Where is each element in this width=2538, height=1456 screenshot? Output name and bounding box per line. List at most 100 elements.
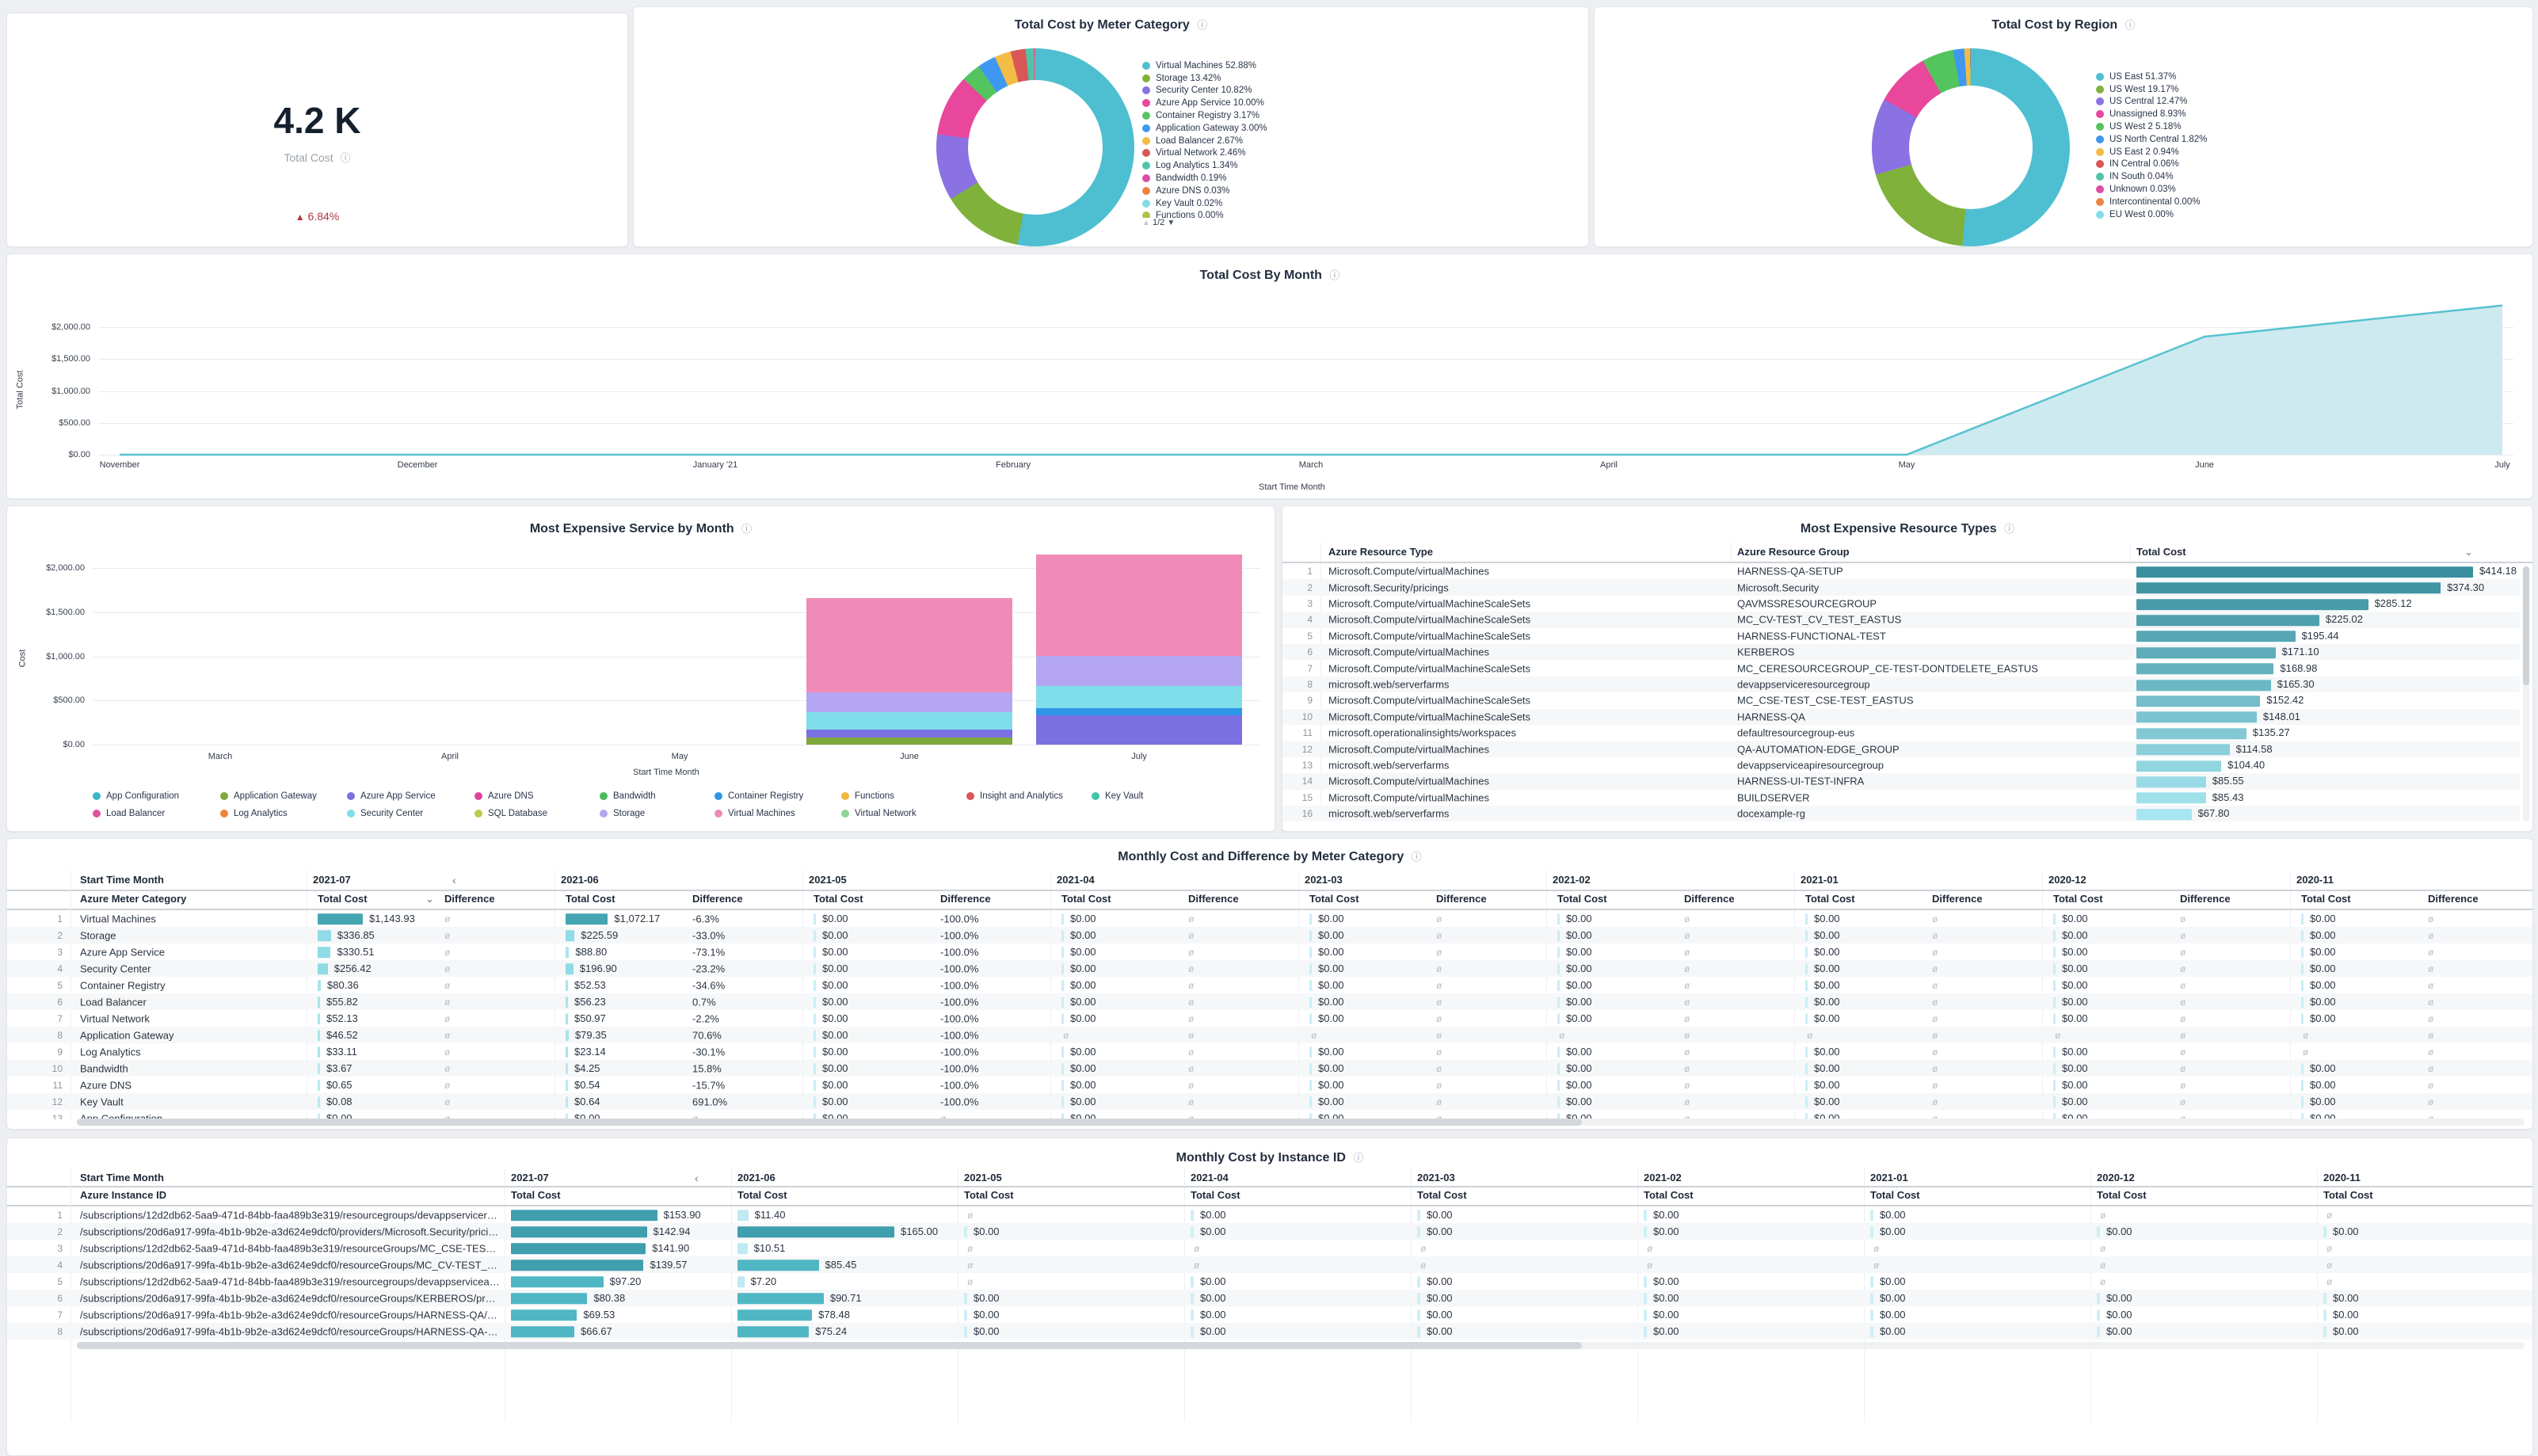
info-icon[interactable]: ⓘ [341,152,351,164]
total-cost-cell[interactable]: $0.00 [2323,1292,2359,1305]
table-row[interactable]: 7 /subscriptions/20d6a917-99fa-4b1b-9b2e… [7,1306,2532,1323]
difference-cell[interactable]: ø [1188,930,1194,941]
table-row[interactable]: 5 Microsoft.Compute/virtualMachineScaleS… [1282,628,2520,644]
bar-segment[interactable] [806,712,1012,730]
resource-group-cell[interactable]: devappserviceapiresourcegroup [1737,759,1884,771]
col-header-total-cost[interactable]: Total Cost [1061,893,1111,905]
legend-item[interactable]: Unknown 0.03% [2096,183,2207,196]
legend-item[interactable]: Bandwidth [600,790,656,802]
instance-id-cell[interactable]: /subscriptions/20d6a917-99fa-4b1b-9b2e-a… [80,1225,500,1237]
table-row[interactable]: 1 Virtual Machines $1,143.93ø $1,072.17-… [7,910,2532,927]
bar-segment[interactable] [1036,656,1242,686]
legend-item[interactable]: Load Balancer 2.67% [1142,135,1267,147]
total-cost-cell[interactable]: $0.00 [814,962,848,975]
total-cost-cell[interactable]: ø [1873,1243,1879,1254]
total-cost-cell[interactable]: $0.00 [2053,996,2088,1008]
bar-segment[interactable] [806,598,1012,693]
total-cost-cell[interactable]: $0.00 [2053,929,2088,942]
total-cost-cell[interactable]: $374.30 [2136,581,2484,594]
difference-cell[interactable]: ø [2428,930,2433,941]
total-cost-cell[interactable]: $0.54 [566,1079,600,1092]
difference-cell[interactable]: -100.0% [940,929,978,941]
legend-item[interactable]: Bandwidth 0.19% [1142,172,1267,185]
info-icon[interactable]: ⓘ [741,523,752,535]
difference-cell[interactable]: ø [444,1063,450,1074]
total-cost-cell[interactable]: $0.00 [2053,913,2088,925]
bar-segment[interactable] [806,730,1012,738]
difference-cell[interactable]: ø [1684,963,1690,974]
total-cost-cell[interactable]: $0.00 [814,1096,848,1108]
col-header-category[interactable]: Azure Meter Category [80,893,186,905]
difference-cell[interactable]: ø [444,947,450,958]
total-cost-cell[interactable]: $0.00 [1061,1096,1096,1108]
total-cost-cell[interactable]: $196.90 [566,962,617,975]
col-header-difference[interactable]: Difference [1436,893,1487,905]
total-cost-cell[interactable]: $0.00 [1061,1079,1096,1092]
total-cost-cell[interactable]: $0.00 [1309,1046,1344,1058]
total-cost-cell[interactable]: $3.67 [318,1062,352,1075]
col-header-total-cost[interactable]: Total Cost [2323,1189,2373,1201]
col-header-resource-group[interactable]: Azure Resource Group [1737,546,1850,558]
total-cost-cell[interactable]: $0.00 [2053,1046,2088,1058]
total-cost-cell[interactable]: $0.65 [318,1079,352,1092]
total-cost-cell[interactable]: $4.25 [566,1062,600,1075]
total-cost-cell[interactable]: ø [1807,1030,1812,1041]
difference-cell[interactable]: ø [1932,997,1938,1008]
total-cost-cell[interactable]: ø [1063,1030,1069,1041]
col-header-total-cost[interactable]: Total Cost [566,893,615,905]
difference-cell[interactable]: ø [1436,997,1442,1008]
total-cost-cell[interactable]: $0.00 [814,946,848,959]
total-cost-cell[interactable]: $225.02 [2136,614,2363,627]
pager-down-icon[interactable]: ▼ [1167,219,1175,227]
total-cost-cell[interactable]: $0.00 [964,1225,1000,1238]
difference-cell[interactable]: ø [1684,1030,1690,1041]
legend-item[interactable]: Container Registry 3.17% [1142,109,1267,122]
total-cost-cell[interactable]: $52.53 [566,979,606,992]
category-cell[interactable]: Storage [80,929,116,941]
difference-cell[interactable]: ø [2428,1080,2433,1091]
difference-cell[interactable]: ø [2428,913,2433,924]
difference-cell[interactable]: ø [2180,1013,2186,1024]
total-cost-cell[interactable]: $78.48 [737,1309,850,1321]
resource-group-cell[interactable]: Microsoft.Security [1737,581,1819,593]
table-row[interactable]: 1 Microsoft.Compute/virtualMachines HARN… [1282,563,2520,579]
total-cost-cell[interactable]: $0.00 [814,913,848,925]
total-cost-cell[interactable]: $0.00 [1644,1309,1679,1321]
resource-group-cell[interactable]: defaultresourcegroup-eus [1737,727,1854,739]
total-cost-cell[interactable]: $414.18 [2136,565,2517,577]
category-cell[interactable]: Azure DNS [80,1079,131,1091]
resource-group-cell[interactable]: MC_CERESOURCEGROUP_CE-TEST-DONTDELETE_EA… [1737,662,2038,674]
legend-item[interactable]: Log Analytics [220,807,288,820]
difference-cell[interactable]: -100.0% [940,979,978,991]
total-cost-cell[interactable]: $0.00 [1061,979,1096,992]
table-row[interactable]: 16 microsoft.web/serverfarms docexample-… [1282,806,2520,821]
legend-item[interactable]: Virtual Network 2.46% [1142,147,1267,160]
table-row[interactable]: 7 Virtual Network $52.13ø $50.97-2.2% $0… [7,1010,2532,1027]
total-cost-cell[interactable]: $0.00 [1644,1292,1679,1305]
legend-item[interactable]: Load Balancer [93,807,165,820]
bar-segment[interactable] [806,738,1012,745]
table-row[interactable]: 6 Load Balancer $55.82ø $56.230.7% $0.00… [7,993,2532,1010]
total-cost-cell[interactable]: $0.00 [1805,1096,1840,1108]
legend-item[interactable]: Insight and Analytics [966,790,1063,802]
difference-cell[interactable]: ø [1436,963,1442,974]
table-row[interactable]: 2 /subscriptions/20d6a917-99fa-4b1b-9b2e… [7,1223,2532,1240]
resource-type-cell[interactable]: microsoft.operationalinsights/workspaces [1328,727,1516,739]
total-cost-cell[interactable]: $165.30 [2136,678,2315,691]
col-header-total-cost[interactable]: Total Cost [1191,1189,1240,1201]
total-cost-cell[interactable]: $0.00 [2301,1096,2336,1108]
total-cost-cell[interactable]: $285.12 [2136,597,2412,610]
difference-cell[interactable]: ø [1684,913,1690,924]
table-row[interactable]: 4 Security Center $256.42ø $196.90-23.2%… [7,960,2532,977]
difference-cell[interactable]: ø [2180,1030,2186,1041]
total-cost-cell[interactable]: $114.58 [2136,743,2273,756]
legend-item[interactable]: Storage [600,807,645,820]
total-cost-cell[interactable]: $104.40 [2136,759,2265,772]
total-cost-cell[interactable]: ø [2100,1260,2105,1271]
legend-item[interactable]: Security Center 10.82% [1142,85,1267,97]
col-header-total-cost[interactable]: Total Cost [814,893,863,905]
legend-item[interactable]: Log Analytics 1.34% [1142,159,1267,172]
difference-cell[interactable]: ø [2428,947,2433,958]
resource-type-cell[interactable]: Microsoft.Compute/virtualMachineScaleSet… [1328,695,1530,707]
difference-cell[interactable]: ø [1684,1096,1690,1107]
